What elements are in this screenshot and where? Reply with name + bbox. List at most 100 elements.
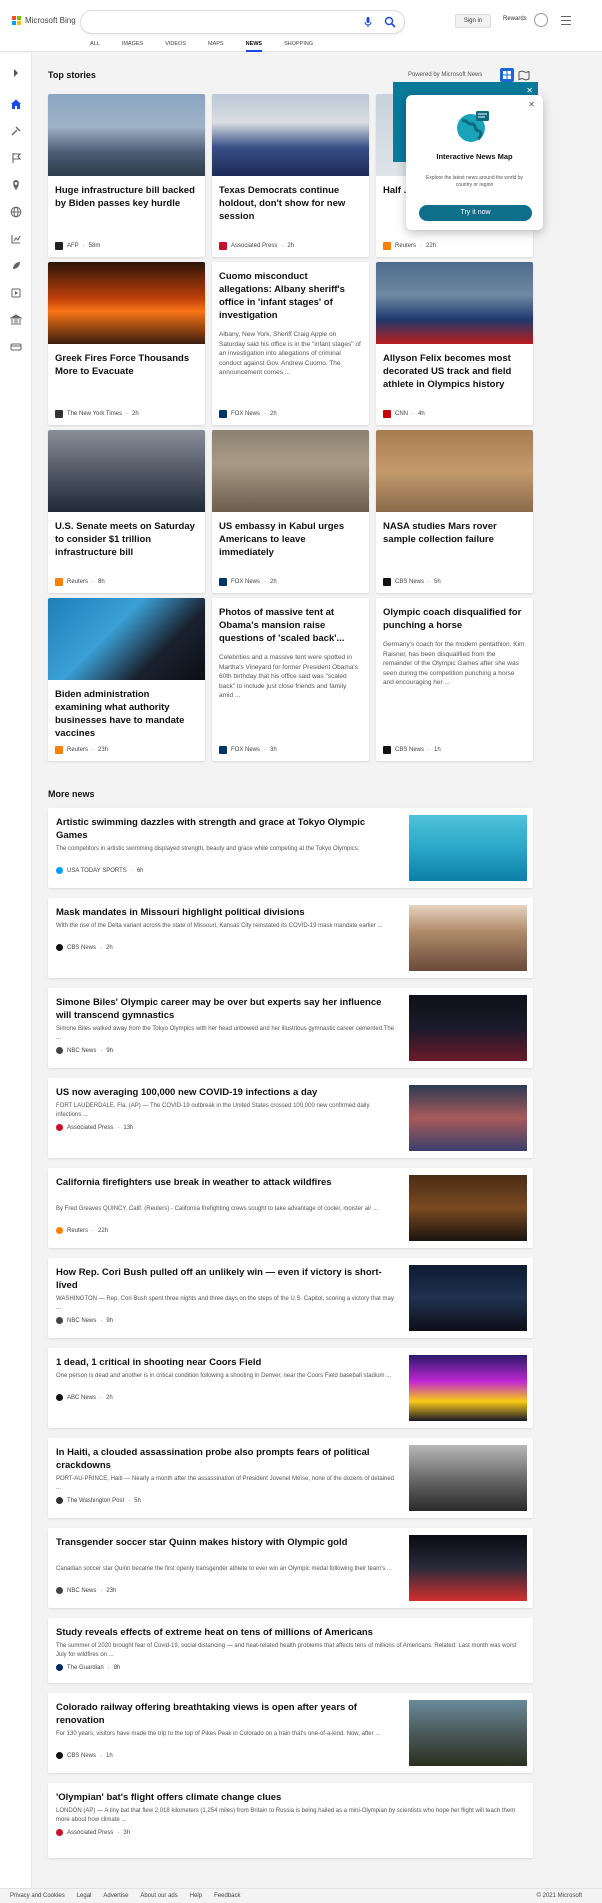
story-card[interactable]: Texas Democrats continue holdout, don't … bbox=[212, 94, 369, 257]
news-title[interactable]: California firefighters use break in wea… bbox=[56, 1176, 396, 1189]
tab-images[interactable]: IMAGES bbox=[122, 41, 143, 52]
story-image[interactable] bbox=[212, 430, 369, 512]
sign-in-button[interactable]: Sign in bbox=[455, 14, 491, 28]
story-source[interactable]: CBS News · 5h bbox=[383, 578, 441, 586]
news-thumbnail[interactable] bbox=[409, 1265, 527, 1331]
news-title[interactable]: 1 dead, 1 critical in shooting near Coor… bbox=[56, 1356, 396, 1369]
story-card[interactable]: Huge infrastructure bill backed by Biden… bbox=[48, 94, 205, 257]
news-title[interactable]: Transgender soccer star Quinn makes hist… bbox=[56, 1536, 396, 1549]
expand-chevron-icon[interactable] bbox=[10, 67, 22, 79]
news-title[interactable]: In Haiti, a clouded assassination probe … bbox=[56, 1446, 396, 1472]
news-thumbnail[interactable] bbox=[409, 995, 527, 1061]
footer-link[interactable]: Legal bbox=[77, 1893, 92, 1899]
tab-news[interactable]: NEWS bbox=[245, 41, 262, 52]
news-title[interactable]: Colorado railway offering breathtaking v… bbox=[56, 1701, 396, 1727]
story-title[interactable]: Allyson Felix becomes most decorated US … bbox=[376, 344, 533, 391]
news-thumbnail[interactable] bbox=[409, 1355, 527, 1421]
news-list-item[interactable]: Artistic swimming dazzles with strength … bbox=[48, 808, 533, 888]
story-source[interactable]: FOX News · 2h bbox=[219, 578, 277, 586]
story-card[interactable]: Olympic coach disqualified for punching … bbox=[376, 598, 533, 761]
news-thumbnail[interactable] bbox=[409, 1445, 527, 1511]
news-list-item[interactable]: Mask mandates in Missouri highlight poli… bbox=[48, 898, 533, 978]
story-image[interactable] bbox=[48, 94, 205, 176]
story-card[interactable]: Cuomo misconduct allegations: Albany she… bbox=[212, 262, 369, 425]
story-title[interactable]: US embassy in Kabul urges Americans to l… bbox=[212, 512, 369, 559]
news-source[interactable]: CBS News · 1h bbox=[56, 1752, 113, 1759]
story-card[interactable]: Biden administration examining what auth… bbox=[48, 598, 205, 761]
story-title[interactable]: Texas Democrats continue holdout, don't … bbox=[212, 176, 369, 223]
story-card[interactable]: NASA studies Mars rover sample collectio… bbox=[376, 430, 533, 593]
story-source[interactable]: FOX News · 3h bbox=[219, 746, 277, 754]
story-source[interactable]: Reuters · 8h bbox=[55, 578, 105, 586]
footer-link[interactable]: Help bbox=[190, 1893, 202, 1899]
news-list-item[interactable]: In Haiti, a clouded assassination probe … bbox=[48, 1438, 533, 1518]
tab-all[interactable]: ALL bbox=[90, 41, 100, 52]
story-card[interactable]: U.S. Senate meets on Saturday to conside… bbox=[48, 430, 205, 593]
news-source[interactable]: USA TODAY SPORTS · 6h bbox=[56, 867, 144, 874]
news-list-item[interactable]: 1 dead, 1 critical in shooting near Coor… bbox=[48, 1348, 533, 1428]
politics-building-icon[interactable] bbox=[10, 314, 22, 326]
news-list-item[interactable]: US now averaging 100,000 new COVID-19 in… bbox=[48, 1078, 533, 1158]
entertainment-icon[interactable] bbox=[10, 287, 22, 299]
globe-icon[interactable] bbox=[10, 206, 22, 218]
footer-link[interactable]: Advertise bbox=[103, 1893, 128, 1899]
story-image[interactable] bbox=[376, 430, 533, 512]
news-title[interactable]: 'Olympian' bat's flight offers climate c… bbox=[56, 1791, 526, 1804]
search-input[interactable] bbox=[91, 11, 341, 33]
story-title[interactable]: Cuomo misconduct allegations: Albany she… bbox=[212, 262, 369, 322]
news-list-item[interactable]: Colorado railway offering breathtaking v… bbox=[48, 1693, 533, 1773]
story-title[interactable]: U.S. Senate meets on Saturday to conside… bbox=[48, 512, 205, 559]
news-thumbnail[interactable] bbox=[409, 1700, 527, 1766]
story-source[interactable]: The New York Times · 2h bbox=[55, 410, 139, 418]
story-title[interactable]: Huge infrastructure bill backed by Biden… bbox=[48, 176, 205, 210]
tools-icon[interactable] bbox=[10, 125, 22, 137]
story-source[interactable]: FOX News · 2h bbox=[219, 410, 277, 418]
location-pin-icon[interactable] bbox=[10, 179, 22, 191]
rewards-medal-icon[interactable] bbox=[534, 13, 548, 27]
microphone-icon[interactable] bbox=[362, 16, 374, 28]
popup-close-icon[interactable]: ✕ bbox=[528, 100, 535, 109]
story-source[interactable]: Reuters · 22h bbox=[383, 242, 436, 250]
business-chart-icon[interactable] bbox=[10, 233, 22, 245]
story-source[interactable]: CBS News · 1h bbox=[383, 746, 441, 754]
money-icon[interactable] bbox=[10, 341, 22, 353]
news-thumbnail[interactable] bbox=[409, 1535, 527, 1601]
story-title[interactable]: Biden administration examining what auth… bbox=[48, 680, 205, 740]
story-source[interactable]: Associated Press · 2h bbox=[219, 242, 294, 250]
news-title[interactable]: Simone Biles' Olympic career may be over… bbox=[56, 996, 396, 1022]
try-it-now-button[interactable]: Try it now bbox=[419, 205, 532, 221]
news-source[interactable]: Reuters · 22h bbox=[56, 1227, 108, 1234]
bing-logo[interactable]: Microsoft Bing bbox=[12, 16, 76, 25]
news-source[interactable]: NBC News · 9h bbox=[56, 1317, 113, 1324]
story-card[interactable]: US embassy in Kabul urges Americans to l… bbox=[212, 430, 369, 593]
news-source[interactable]: NBC News · 23h bbox=[56, 1587, 116, 1594]
news-title[interactable]: Study reveals effects of extreme heat on… bbox=[56, 1626, 526, 1639]
story-source[interactable]: CNN · 4h bbox=[383, 410, 425, 418]
hamburger-menu-icon[interactable] bbox=[561, 16, 571, 28]
news-source[interactable]: Associated Press · 13h bbox=[56, 1124, 133, 1131]
news-source[interactable]: The Guardian · 8h bbox=[56, 1664, 120, 1671]
story-source[interactable]: Reuters · 23h bbox=[55, 746, 108, 754]
news-list-item[interactable]: California firefighters use break in wea… bbox=[48, 1168, 533, 1248]
news-source[interactable]: CBS News · 2h bbox=[56, 944, 113, 951]
news-source[interactable]: ABC News · 2h bbox=[56, 1394, 113, 1401]
footer-link[interactable]: Feedback bbox=[214, 1893, 240, 1899]
flag-icon[interactable] bbox=[10, 152, 22, 164]
story-image[interactable] bbox=[212, 94, 369, 176]
news-title[interactable]: US now averaging 100,000 new COVID-19 in… bbox=[56, 1086, 396, 1099]
news-title[interactable]: Artistic swimming dazzles with strength … bbox=[56, 816, 396, 842]
news-source[interactable]: Associated Press · 3h bbox=[56, 1829, 130, 1836]
story-image[interactable] bbox=[48, 430, 205, 512]
map-view-icon[interactable] bbox=[517, 68, 531, 82]
footer-link[interactable]: Privacy and Cookies bbox=[10, 1893, 65, 1899]
news-thumbnail[interactable] bbox=[409, 905, 527, 971]
story-card[interactable]: Allyson Felix becomes most decorated US … bbox=[376, 262, 533, 425]
story-title[interactable]: NASA studies Mars rover sample collectio… bbox=[376, 512, 533, 546]
news-thumbnail[interactable] bbox=[409, 815, 527, 881]
search-icon[interactable] bbox=[384, 16, 396, 28]
story-title[interactable]: Olympic coach disqualified for punching … bbox=[376, 598, 533, 632]
story-card[interactable]: Photos of massive tent at Obama's mansio… bbox=[212, 598, 369, 761]
story-card[interactable]: Greek Fires Force Thousands More to Evac… bbox=[48, 262, 205, 425]
story-image[interactable] bbox=[48, 262, 205, 344]
tab-shopping[interactable]: SHOPPING bbox=[284, 41, 313, 52]
